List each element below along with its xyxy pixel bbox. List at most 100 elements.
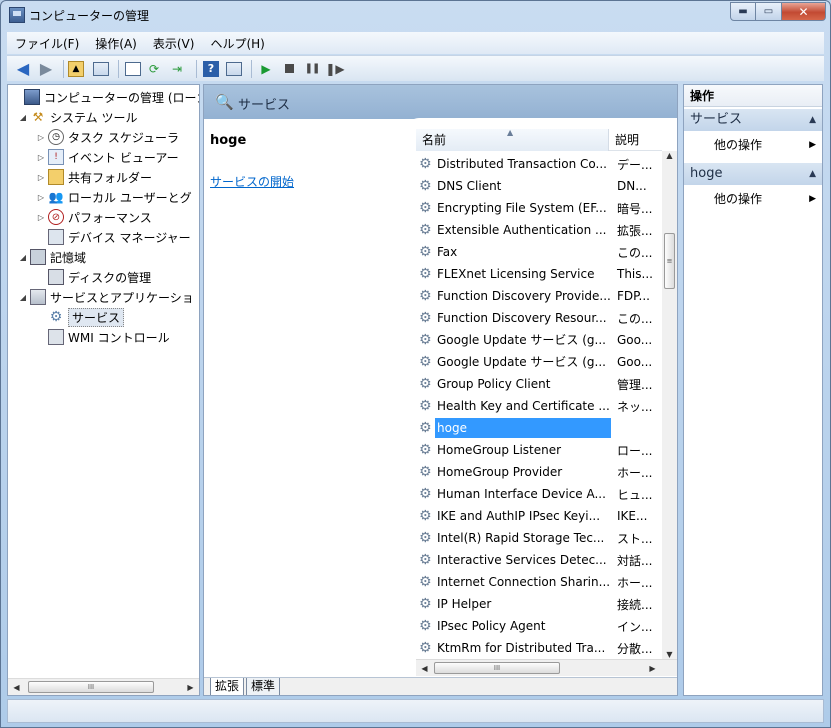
properties-icon[interactable] <box>123 59 143 79</box>
device-manager-icon <box>48 229 64 245</box>
table-row[interactable]: ⚙ IPsec Policy Agent イン... <box>416 615 662 637</box>
more-actions-hoge[interactable]: 他の操作 ▶ <box>714 189 820 209</box>
table-row[interactable]: ⚙ Distributed Transaction Co... デー... <box>416 153 662 175</box>
scroll-left-icon[interactable]: ◀ <box>416 660 433 677</box>
table-row[interactable]: ⚙ Extensible Authentication ... 拡張... <box>416 219 662 241</box>
tree-item-shared-folders[interactable]: ▷ 共有フォルダー <box>36 167 152 187</box>
table-row[interactable]: ⚙ HomeGroup Provider ホー... <box>416 461 662 483</box>
tree-item-task-scheduler[interactable]: ▷ ◷ タスク スケジューラ <box>36 127 179 147</box>
table-row[interactable]: ⚙ KtmRm for Distributed Tra... 分散... <box>416 637 662 659</box>
app-window: コンピューターの管理 ▬ ▭ ✕ ファイル(F) 操作(A) 表示(V) ヘルプ… <box>0 0 831 728</box>
table-row[interactable]: ⚙ Fax この... <box>416 241 662 263</box>
tab-extended[interactable]: 拡張 <box>210 678 245 695</box>
table-row[interactable]: ⚙ Function Discovery Provide... FDP... <box>416 285 662 307</box>
maximize-button[interactable]: ▭ <box>756 2 782 21</box>
menu-view[interactable]: 表示(V) <box>153 35 195 52</box>
service-gear-icon: ⚙ <box>419 222 432 238</box>
scroll-left-icon[interactable]: ◀ <box>8 679 25 695</box>
table-row[interactable]: ⚙ IKE and AuthIP IPsec Keyi... IKE... <box>416 505 662 527</box>
table-row[interactable]: ⚙ Health Key and Certificate ... ネッ... <box>416 395 662 417</box>
collapse-icon[interactable]: ▲ <box>809 163 816 185</box>
table-row[interactable]: ⚙ IP Helper 接続... <box>416 593 662 615</box>
menu-file[interactable]: ファイル(F) <box>15 35 79 52</box>
event-viewer-icon: ! <box>48 149 64 165</box>
start-service-link[interactable]: サービスの開始 <box>210 173 294 190</box>
actions-section-services[interactable]: サービス ▲ <box>684 109 822 131</box>
scroll-right-icon[interactable]: ▶ <box>182 679 199 695</box>
table-row[interactable]: ⚙ Function Discovery Resour... この... <box>416 307 662 329</box>
column-header-name[interactable]: ▲ 名前 <box>416 128 609 151</box>
service-description: ホー... <box>617 465 653 480</box>
table-row[interactable]: ⚙ FLEXnet Licensing Service This... <box>416 263 662 285</box>
tree-item-system-tools[interactable]: ◢ ⚒ システム ツール <box>18 107 138 127</box>
pause-service-icon[interactable]: ❚❚ <box>302 59 322 79</box>
tree-item-local-users[interactable]: ▷ 👥 ローカル ユーザーとグ <box>36 187 192 207</box>
scroll-thumb[interactable]: III <box>28 681 154 693</box>
back-arrow-icon[interactable]: ◀ <box>13 59 33 79</box>
forward-arrow-icon[interactable]: ▶ <box>36 59 56 79</box>
column-header-description[interactable]: 説明 <box>609 129 662 151</box>
scroll-up-icon[interactable]: ▲ <box>662 151 677 166</box>
restart-service-icon[interactable]: ❚▶ <box>325 59 345 79</box>
scroll-right-icon[interactable]: ▶ <box>644 660 661 677</box>
more-actions-services[interactable]: 他の操作 ▶ <box>714 135 820 155</box>
tree-item-services[interactable]: ⚙ サービス <box>36 307 125 327</box>
close-button[interactable]: ✕ <box>782 2 826 21</box>
table-row[interactable]: ⚙ Intel(R) Rapid Storage Tec... スト... <box>416 527 662 549</box>
tree-item-device-manager[interactable]: デバイス マネージャー <box>36 227 191 247</box>
stop-service-icon[interactable] <box>279 59 299 79</box>
collapse-toggle-icon[interactable]: ◢ <box>18 293 28 302</box>
service-gear-icon: ⚙ <box>419 552 432 568</box>
actions-section-hoge[interactable]: hoge ▲ <box>684 163 822 185</box>
scroll-thumb[interactable]: ≡ <box>664 233 675 289</box>
tab-standard[interactable]: 標準 <box>246 678 281 695</box>
tree-item-wmi-control[interactable]: WMI コントロール <box>36 327 170 347</box>
table-row[interactable]: ⚙ hoge <box>416 417 662 439</box>
collapse-icon[interactable]: ▲ <box>809 109 816 131</box>
table-row[interactable]: ⚙ Google Update サービス (g... Goo... <box>416 351 662 373</box>
expand-toggle-icon[interactable]: ▷ <box>36 213 46 222</box>
service-gear-icon: ⚙ <box>419 200 432 216</box>
help-icon[interactable]: ? <box>201 59 221 79</box>
start-service-icon[interactable]: ▶ <box>256 59 276 79</box>
table-row[interactable]: ⚙ DNS Client DN... <box>416 175 662 197</box>
tree-item-computer-management[interactable]: コンピューターの管理 (ローカ <box>12 87 199 107</box>
service-gear-icon: ⚙ <box>419 376 432 392</box>
menu-action[interactable]: 操作(A) <box>95 35 137 52</box>
show-hide-tree-icon[interactable] <box>91 59 111 79</box>
service-description: ホー... <box>617 575 653 590</box>
title-bar[interactable]: コンピューターの管理 ▬ ▭ ✕ <box>1 1 830 29</box>
refresh-icon[interactable]: ⟳ <box>146 59 166 79</box>
expand-toggle-icon[interactable]: ▷ <box>36 133 46 142</box>
show-action-pane-icon[interactable] <box>224 59 244 79</box>
list-horizontal-scrollbar[interactable]: ◀ III ▶ <box>416 659 677 676</box>
table-row[interactable]: ⚙ Encrypting File System (EF... 暗号... <box>416 197 662 219</box>
tree-item-services-and-apps[interactable]: ◢ サービスとアプリケーショ <box>18 287 194 307</box>
minimize-button[interactable]: ▬ <box>730 2 756 21</box>
magnifier-icon: 🔍 <box>215 93 234 111</box>
table-row[interactable]: ⚙ Google Update サービス (g... Goo... <box>416 329 662 351</box>
service-description: イン... <box>617 619 653 634</box>
expand-toggle-icon[interactable]: ▷ <box>36 153 46 162</box>
expand-toggle-icon[interactable]: ▷ <box>36 193 46 202</box>
tree-item-storage[interactable]: ◢ 記憶域 <box>18 247 86 267</box>
export-list-icon[interactable]: ⇥ <box>169 59 189 79</box>
table-row[interactable]: ⚙ Interactive Services Detec... 対話... <box>416 549 662 571</box>
scroll-thumb[interactable]: III <box>434 662 560 674</box>
table-row[interactable]: ⚙ Human Interface Device A... ヒュ... <box>416 483 662 505</box>
list-vertical-scrollbar[interactable]: ▲ ≡ ▼ <box>662 151 677 665</box>
tree-item-performance[interactable]: ▷ ⊘ パフォーマンス <box>36 207 152 227</box>
tree-horizontal-scrollbar[interactable]: ◀ III ▶ <box>8 678 199 695</box>
service-gear-icon: ⚙ <box>419 486 432 502</box>
up-folder-icon[interactable]: ▲ <box>68 59 88 79</box>
service-name: Encrypting File System (EF... <box>437 201 607 215</box>
collapse-toggle-icon[interactable]: ◢ <box>18 113 28 122</box>
table-row[interactable]: ⚙ Internet Connection Sharin... ホー... <box>416 571 662 593</box>
collapse-toggle-icon[interactable]: ◢ <box>18 253 28 262</box>
expand-toggle-icon[interactable]: ▷ <box>36 173 46 182</box>
table-row[interactable]: ⚙ HomeGroup Listener ロー... <box>416 439 662 461</box>
table-row[interactable]: ⚙ Group Policy Client 管理... <box>416 373 662 395</box>
tree-item-event-viewer[interactable]: ▷ ! イベント ビューアー <box>36 147 179 167</box>
tree-item-disk-management[interactable]: ディスクの管理 <box>36 267 151 287</box>
menu-help[interactable]: ヘルプ(H) <box>210 35 264 52</box>
